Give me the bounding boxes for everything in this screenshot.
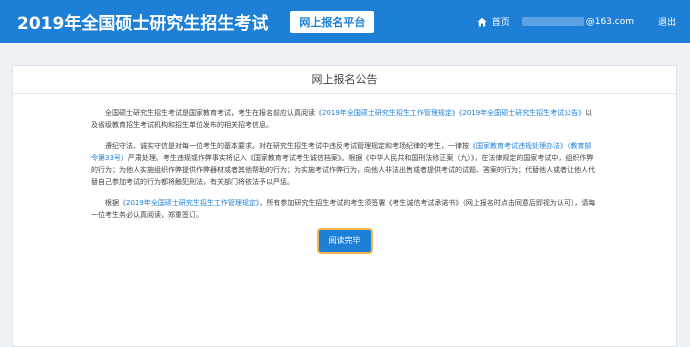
p2-text-b: 严肃处理。考生违规或作弊事实将记入《国家教育考试考生诚信档案》。根据《中华人民共… [91,154,595,186]
notice-paragraph-2: 遵纪守法、诚实守信是对每一位考生的基本要求。对在研究生招生考试中违反考试管理规定… [91,140,598,188]
notice-paragraph-3: 根据《2019年全国硕士研究生招生工作管理规定》，所有参加研究生招生考试的考生须… [91,197,598,221]
notice-title: 网上报名公告 [13,66,676,94]
p3-text-a: 根据 [105,199,119,207]
notice-content: 全国硕士研究生招生考试是国家教育考试，考生在报名前应认真阅读《2019年全国硕士… [13,94,676,252]
exam-announcement-link[interactable]: 《2019年全国硕士研究生招生考试公告》 [459,109,585,117]
notice-panel: 网上报名公告 全国硕士研究生招生考试是国家教育考试，考生在报名前应认真阅读《20… [12,65,677,347]
p1-text-a: 全国硕士研究生招生考试是国家教育考试，考生在报名前应认真阅读 [105,109,315,117]
site-title: 2019年全国硕士研究生招生考试 [17,14,269,34]
home-icon [477,17,487,26]
management-rules-link[interactable]: 《2019年全国硕士研究生招生工作管理规定》 [315,109,459,117]
user-email: @163.com [521,16,634,27]
email-suffix: @163.com [585,16,634,27]
logout-link[interactable]: 退出 [658,15,676,28]
notice-paragraph-1: 全国硕士研究生招生考试是国家教育考试，考生在报名前应认真阅读《2019年全国硕士… [91,107,598,131]
management-rules-link-2[interactable]: 《2019年全国硕士研究生招生工作管理规定》 [119,199,259,207]
top-header: 2019年全国硕士研究生招生考试 网上报名平台 首页 @163.com 退出 [0,0,690,43]
email-redaction [521,17,584,26]
platform-badge: 网上报名平台 [290,10,375,33]
button-wrapper: 阅读完毕 [91,230,598,252]
finish-reading-button[interactable]: 阅读完毕 [318,230,371,252]
home-link[interactable]: 首页 [477,15,510,28]
p2-text-a: 遵纪守法、诚实守信是对每一位考生的基本要求。对在研究生招生考试中违反考试管理规定… [105,142,469,150]
header-nav: 首页 @163.com 退出 [477,0,676,43]
home-label: 首页 [491,18,510,28]
